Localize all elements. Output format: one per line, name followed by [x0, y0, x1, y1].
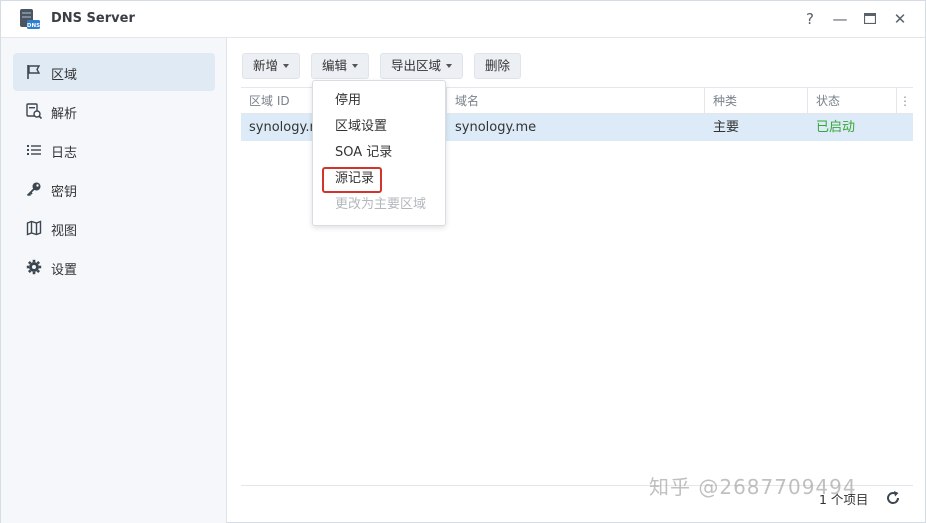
resolve-icon — [26, 103, 42, 119]
item-count: 1 个项目 — [819, 492, 869, 507]
sidebar-item-label: 视图 — [51, 224, 78, 239]
gear-icon — [26, 259, 42, 275]
sidebar-item-resolution[interactable]: 解析 — [13, 92, 215, 130]
sidebar-item-logs[interactable]: 日志 — [13, 131, 215, 169]
sidebar-item-keys[interactable]: 密钥 — [13, 170, 215, 208]
svg-text:DNS: DNS — [27, 23, 40, 29]
footer-divider — [241, 485, 913, 486]
menu-item-soa-record[interactable]: SOA 记录 — [313, 140, 445, 166]
column-header-domain[interactable]: 域名 — [447, 88, 705, 114]
menu-item-change-to-master: 更改为主要区域 — [335, 197, 427, 212]
flag-icon — [27, 65, 41, 79]
help-icon[interactable]: ? — [801, 10, 819, 28]
sidebar-item-label: 日志 — [51, 146, 78, 161]
sidebar-item-label: 区域 — [51, 68, 78, 83]
sidebar-item-zones[interactable]: 区域 — [13, 53, 215, 91]
menu-item-zone-settings[interactable]: 区域设置 — [313, 114, 445, 140]
dns-server-app-icon: DNS — [20, 9, 40, 29]
menu-item-resource-records[interactable]: 源记录 — [313, 166, 445, 192]
key-icon — [26, 182, 41, 197]
window-title: DNS Server — [51, 11, 135, 26]
column-header-type[interactable]: 种类 — [705, 88, 808, 114]
close-icon[interactable]: ✕ — [891, 10, 909, 28]
column-options-icon[interactable]: ⋮ — [897, 88, 913, 114]
create-button-label: 新增 — [253, 58, 279, 73]
refresh-icon[interactable] — [885, 490, 901, 506]
menu-item-disable[interactable]: 停用 — [313, 88, 445, 114]
caret-down-icon — [352, 63, 359, 68]
delete-button-label: 删除 — [485, 58, 511, 73]
title-bar: DNS DNS Server ? — ✕ — [1, 1, 925, 38]
export-zone-button[interactable]: 导出区域 — [380, 53, 464, 79]
edit-button-label: 编辑 — [322, 58, 348, 73]
caret-down-icon — [283, 63, 290, 68]
create-button[interactable]: 新增 — [242, 53, 301, 79]
sidebar-item-settings[interactable]: 设置 — [13, 248, 215, 286]
dns-server-window: DNS DNS Server ? — ✕ 区域 解析 日志 密钥 视图 设置 新… — [0, 0, 926, 523]
map-icon — [26, 220, 42, 236]
sidebar-item-views[interactable]: 视图 — [13, 209, 215, 247]
caret-down-icon — [446, 63, 453, 68]
sidebar-item-label: 设置 — [51, 263, 78, 278]
cell-status: 已启动 — [816, 120, 856, 135]
edit-dropdown-menu: 停用 区域设置 SOA 记录 源记录 更改为主要区域 — [312, 80, 446, 226]
list-icon — [27, 145, 41, 155]
cell-type: 主要 — [713, 120, 740, 135]
edit-button[interactable]: 编辑 — [311, 53, 370, 79]
column-header-status[interactable]: 状态 — [808, 88, 897, 114]
sidebar-item-label: 密钥 — [51, 185, 78, 200]
minimize-icon[interactable]: — — [831, 10, 849, 28]
delete-button[interactable]: 删除 — [474, 53, 522, 79]
sidebar: 区域 解析 日志 密钥 视图 设置 — [1, 38, 227, 523]
sidebar-item-label: 解析 — [51, 107, 78, 122]
export-zone-button-label: 导出区域 — [391, 58, 442, 73]
maximize-icon[interactable] — [861, 10, 879, 28]
cell-domain: synology.me — [455, 120, 537, 135]
